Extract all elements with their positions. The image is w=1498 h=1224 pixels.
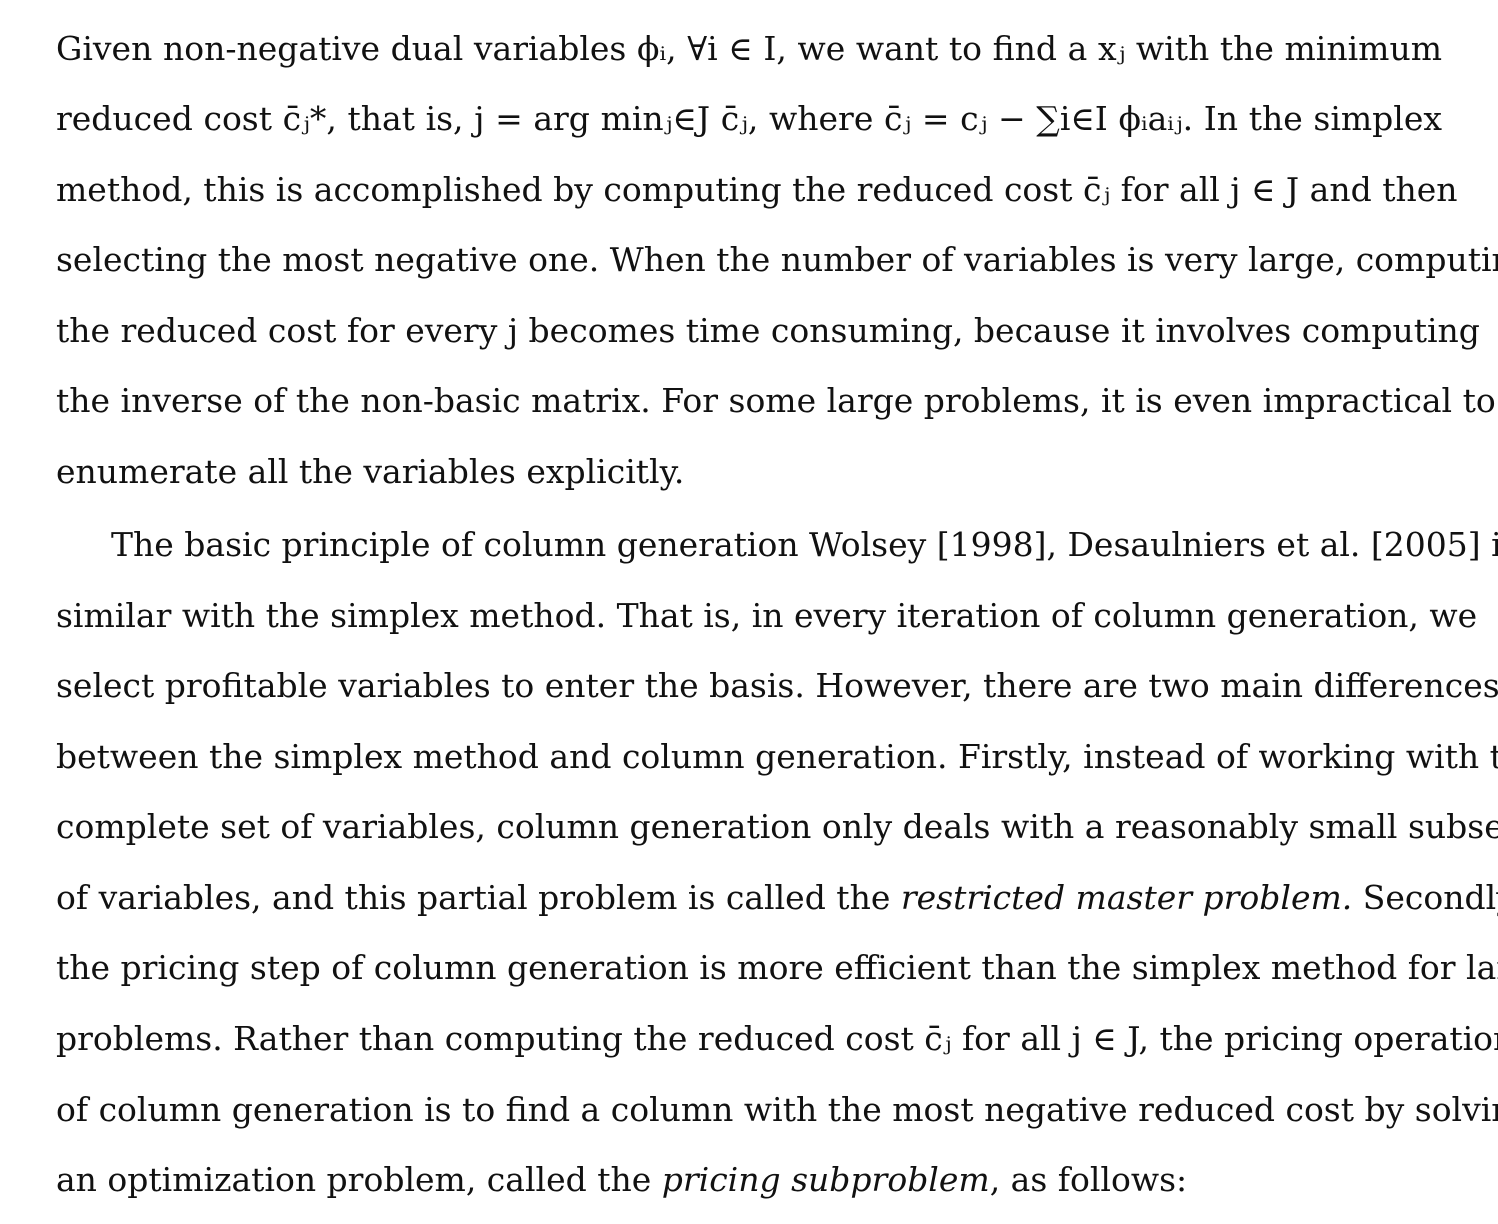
text-line: complete set of variables, column genera… xyxy=(56,807,1498,846)
text-line: an optimization problem, called the pric… xyxy=(56,1160,1442,1200)
text-line: of variables, and this partial problem i… xyxy=(56,878,1498,918)
document-page: Given non-negative dual variables ϕᵢ, ∀i… xyxy=(0,0,1498,1224)
text-line: method, this is accomplished by computin… xyxy=(56,170,1458,209)
emphasized-term: pricing subproblem xyxy=(661,1160,990,1199)
text-line: between the simplex method and column ge… xyxy=(56,737,1498,776)
text-line: similar with the simplex method. That is… xyxy=(56,596,1478,635)
text-line: select profitable variables to enter the… xyxy=(56,666,1498,705)
text-segment: of variables, and this partial problem i… xyxy=(56,878,901,917)
text-segment: , as follows: xyxy=(989,1160,1188,1199)
text-line: the pricing step of column generation is… xyxy=(56,948,1498,987)
text-line: problems. Rather than computing the redu… xyxy=(56,1019,1498,1058)
text-line: selecting the most negative one. When th… xyxy=(56,240,1498,279)
text-line: enumerate all the variables explicitly. xyxy=(56,452,685,491)
text-line: reduced cost c̄ⱼ*, that is, j = arg minⱼ… xyxy=(56,99,1442,138)
text-line: of column generation is to find a column… xyxy=(56,1090,1498,1129)
text-line: Given non-negative dual variables ϕᵢ, ∀i… xyxy=(56,29,1442,68)
text-line: the inverse of the non-basic matrix. For… xyxy=(56,381,1496,420)
text-segment: an optimization problem, called the xyxy=(56,1160,662,1199)
emphasized-term: restricted master problem. xyxy=(900,878,1353,917)
text-segment: Secondly, xyxy=(1362,878,1498,917)
text-line: The basic principle of column generation… xyxy=(111,525,1498,564)
text-line: the reduced cost for every j becomes tim… xyxy=(56,311,1480,350)
